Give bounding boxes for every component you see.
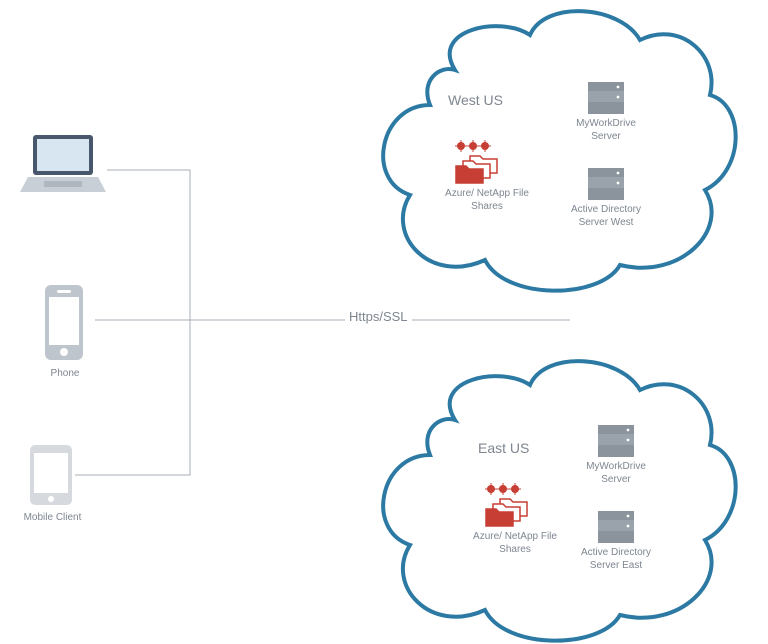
server2-label-west: Active Directory Server West bbox=[562, 204, 650, 229]
server-icon-east-1 bbox=[598, 425, 634, 457]
file-shares-label-east: Azure/ NetApp File Shares bbox=[460, 531, 570, 556]
laptop-icon bbox=[20, 135, 106, 192]
cloud-west bbox=[383, 11, 735, 291]
region-label-west: West US bbox=[448, 92, 503, 108]
phone-label: Phone bbox=[30, 368, 100, 381]
mobile-client-label: Mobile Client bbox=[15, 512, 90, 525]
server-icon-west-2 bbox=[588, 168, 624, 200]
cloud-east bbox=[383, 361, 735, 641]
server2-label-east: Active Directory Server East bbox=[572, 547, 660, 572]
server-icon-east-2 bbox=[598, 511, 634, 543]
phone-icon bbox=[45, 285, 83, 360]
server1-label-west: MyWorkDrive Server bbox=[570, 118, 642, 143]
server1-label-east: MyWorkDrive Server bbox=[580, 461, 652, 486]
file-shares-label-west: Azure/ NetApp File Shares bbox=[432, 188, 542, 213]
server-icon-west-1 bbox=[588, 82, 624, 114]
mobile-client-icon bbox=[30, 445, 72, 505]
connection-protocol-label: Https/SSL bbox=[345, 309, 412, 324]
region-label-east: East US bbox=[478, 440, 529, 456]
